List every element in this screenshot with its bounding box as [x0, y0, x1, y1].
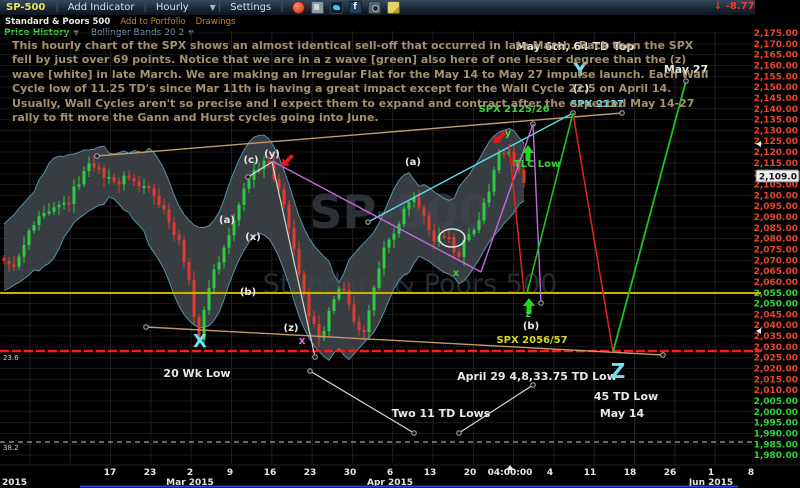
time-axis[interactable]: 1723291623306132004:00:004111826182015Ma…	[0, 465, 800, 488]
annotation-label: x	[298, 334, 305, 347]
time-axis-label: 23	[304, 468, 317, 478]
price-axis-label: 2,095.00	[754, 202, 798, 212]
price-axis-label: 2,000.00	[754, 408, 798, 418]
tan-lower-channel-endpoint[interactable]	[661, 353, 666, 358]
price-axis-label: 2,115.00	[754, 159, 798, 169]
annotation-label: y	[505, 128, 512, 139]
price-axis-label: 2,045.00	[754, 310, 798, 320]
loaded-range-bar[interactable]	[80, 486, 738, 488]
annotation-label: Z	[611, 359, 626, 383]
tan-lower-channel-endpoint[interactable]	[144, 325, 149, 330]
price-axis-label: 1,985.00	[754, 440, 798, 450]
annotation-label: (x)	[245, 232, 261, 243]
price-axis-label: 2,130.00	[754, 126, 798, 136]
price-axis-label: 2,050.00	[754, 300, 798, 310]
annotation-label: x	[453, 268, 460, 279]
time-axis-month: 2015	[2, 478, 27, 488]
white-callout-left-endpoint[interactable]	[412, 431, 417, 436]
tan-upper-channel-endpoint[interactable]	[95, 154, 100, 159]
price-axis-label: 2,155.00	[754, 72, 798, 82]
chart-app: { "toolbar": { "symbol": "SP-500", "add_…	[0, 0, 800, 488]
annotation-label: 38.2	[3, 444, 19, 452]
time-axis-label: 23	[144, 468, 157, 478]
price-axis-label: 2,065.00	[754, 267, 798, 277]
time-axis-label: 13	[424, 468, 437, 478]
annotation-label: (a)	[219, 215, 235, 226]
magenta-z-drop-endpoint[interactable]	[539, 301, 544, 306]
time-axis-label: 16	[264, 468, 277, 478]
time-axis-label: 8	[748, 468, 754, 478]
annotation-label: April 29 4,8,33.75 TD Low	[457, 370, 617, 383]
price-axis-label: 2,140.00	[754, 105, 798, 115]
price-axis-label: 2,005.00	[754, 397, 798, 407]
price-axis-label: 2,150.00	[754, 83, 798, 93]
white-callout-left-endpoint[interactable]	[308, 369, 313, 374]
price-axis-label: 1,990.00	[754, 429, 798, 439]
price-axis-label: 2,145.00	[754, 94, 798, 104]
price-axis-label: 2,165.00	[754, 51, 798, 61]
time-axis-label: 1	[708, 468, 714, 478]
price-axis-label: 2,075.00	[754, 245, 798, 255]
time-axis-label: 18	[624, 468, 637, 478]
time-axis-label: 30	[344, 468, 357, 478]
time-axis-label: 26	[664, 468, 677, 478]
annotation-label: SPX 2056/57	[496, 335, 567, 346]
white-seg-b-endpoint[interactable]	[313, 355, 318, 360]
white-seg-c-endpoint[interactable]	[246, 175, 251, 180]
axis-level-tick	[755, 292, 761, 294]
price-axis-label: 2,160.00	[754, 61, 798, 71]
price-axis-label: 2,015.00	[754, 375, 798, 385]
annotation-label: X	[193, 331, 207, 352]
commentary-text: This hourly chart of the SPX shows an al…	[12, 39, 714, 125]
white-callout-right-endpoint[interactable]	[531, 383, 536, 388]
cyan-trendline-endpoint[interactable]	[366, 220, 371, 225]
annotation-label: 45 TD Low	[594, 390, 658, 403]
price-axis-label: 2,090.00	[754, 213, 798, 223]
price-axis-label: 2,085.00	[754, 224, 798, 234]
annotation-label: May 14	[600, 407, 645, 420]
axis-level-tick	[755, 350, 761, 352]
time-axis-label: 20	[464, 468, 477, 478]
price-axis-label: 2,020.00	[754, 365, 798, 375]
annotation-label: (c)	[243, 155, 258, 166]
white-callout-right-endpoint[interactable]	[457, 431, 462, 436]
price-axis-label: 2,120.00	[754, 148, 798, 158]
annotation-label: TLC Low	[514, 159, 561, 170]
annotation-label: (z)	[284, 323, 299, 334]
white-callout-left[interactable]	[310, 371, 414, 433]
price-axis[interactable]: 2,175.002,170.002,165.002,160.002,155.00…	[754, 0, 800, 488]
time-axis-label: 6	[387, 468, 393, 478]
time-axis-label: 2	[187, 468, 193, 478]
annotation-label: Two 11 TD Lows	[392, 407, 491, 420]
price-axis-label: 2,135.00	[754, 116, 798, 126]
price-axis-label: 1,980.00	[754, 451, 798, 461]
price-axis-label: 2,170.00	[754, 40, 798, 50]
price-axis-label: 2,025.00	[754, 354, 798, 364]
price-axis-label: 2,080.00	[754, 235, 798, 245]
price-axis-label: 2,100.00	[754, 191, 798, 201]
current-price-value: 2,109.0	[759, 173, 797, 183]
price-axis-label: 2,175.00	[754, 29, 798, 39]
red-projection[interactable]	[573, 113, 613, 352]
time-axis-label: 9	[227, 468, 233, 478]
price-axis-label: 2,070.00	[754, 256, 798, 266]
annotation-label: z	[525, 310, 530, 320]
annotation-label: 23.6	[3, 354, 19, 362]
annotation-label: (a)	[405, 157, 421, 168]
annotation-label: (y)	[264, 149, 280, 160]
price-axis-label: 2,060.00	[754, 278, 798, 288]
time-axis-label: 17	[104, 468, 117, 478]
time-axis-label: 4	[547, 468, 553, 478]
annotation-label: 20 Wk Low	[163, 367, 230, 380]
time-axis-label: 11	[584, 468, 597, 478]
price-axis-label: 2,010.00	[754, 386, 798, 396]
price-axis-label: 1,995.00	[754, 419, 798, 429]
annotation-label: (b)	[523, 321, 539, 332]
annotation-label: (b)	[240, 287, 256, 298]
